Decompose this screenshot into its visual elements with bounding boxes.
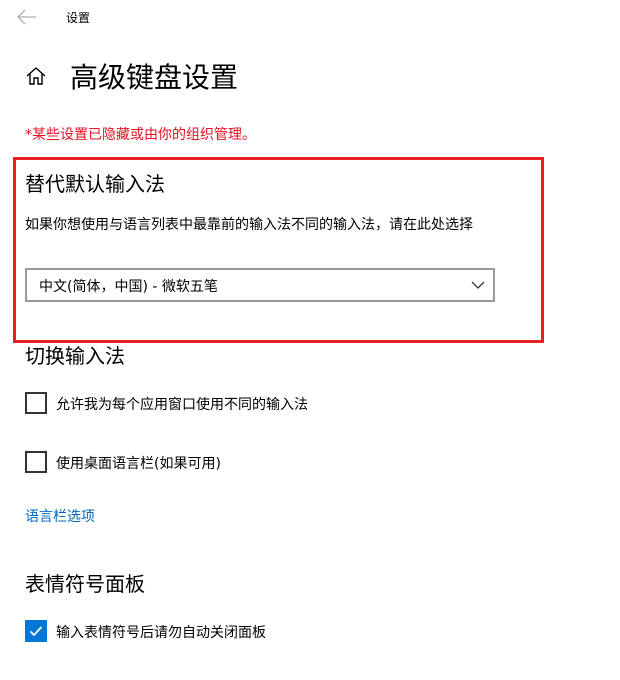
desktop-language-bar-label: 使用桌面语言栏(如果可用): [56, 456, 221, 472]
title-bar: 设置: [0, 0, 620, 36]
dropdown-selected-value: 中文(简体，中国) - 微软五笔: [39, 279, 218, 295]
page-title: 高级键盘设置: [70, 61, 239, 94]
emoji-panel-keep-open-label: 输入表情符号后请勿自动关闭面板: [56, 625, 266, 641]
home-button[interactable]: [24, 64, 48, 88]
chevron-down-icon: [471, 281, 485, 289]
emoji-panel-heading: 表情符号面板: [25, 572, 145, 596]
override-input-heading: 替代默认输入法: [25, 172, 165, 196]
per-app-input-checkbox[interactable]: [25, 392, 47, 414]
override-input-description: 如果你想使用与语言列表中最靠前的输入法不同的输入法，请在此处选择: [25, 217, 473, 233]
desktop-language-bar-checkbox[interactable]: [25, 451, 47, 473]
home-icon: [26, 67, 46, 85]
default-input-method-dropdown[interactable]: 中文(简体，中国) - 微软五笔: [25, 268, 495, 302]
back-button[interactable]: [16, 8, 38, 26]
language-bar-options-link[interactable]: 语言栏选项: [25, 506, 95, 526]
app-title: 设置: [66, 11, 91, 25]
per-app-input-label: 允许我为每个应用窗口使用不同的输入法: [56, 397, 308, 413]
checkmark-icon: [29, 626, 43, 637]
managed-settings-note: *某些设置已隐藏或由你的组织管理。: [25, 127, 256, 143]
back-arrow-icon: [17, 9, 36, 25]
switch-input-heading: 切换输入法: [25, 344, 125, 368]
emoji-panel-keep-open-checkbox[interactable]: [25, 620, 47, 642]
